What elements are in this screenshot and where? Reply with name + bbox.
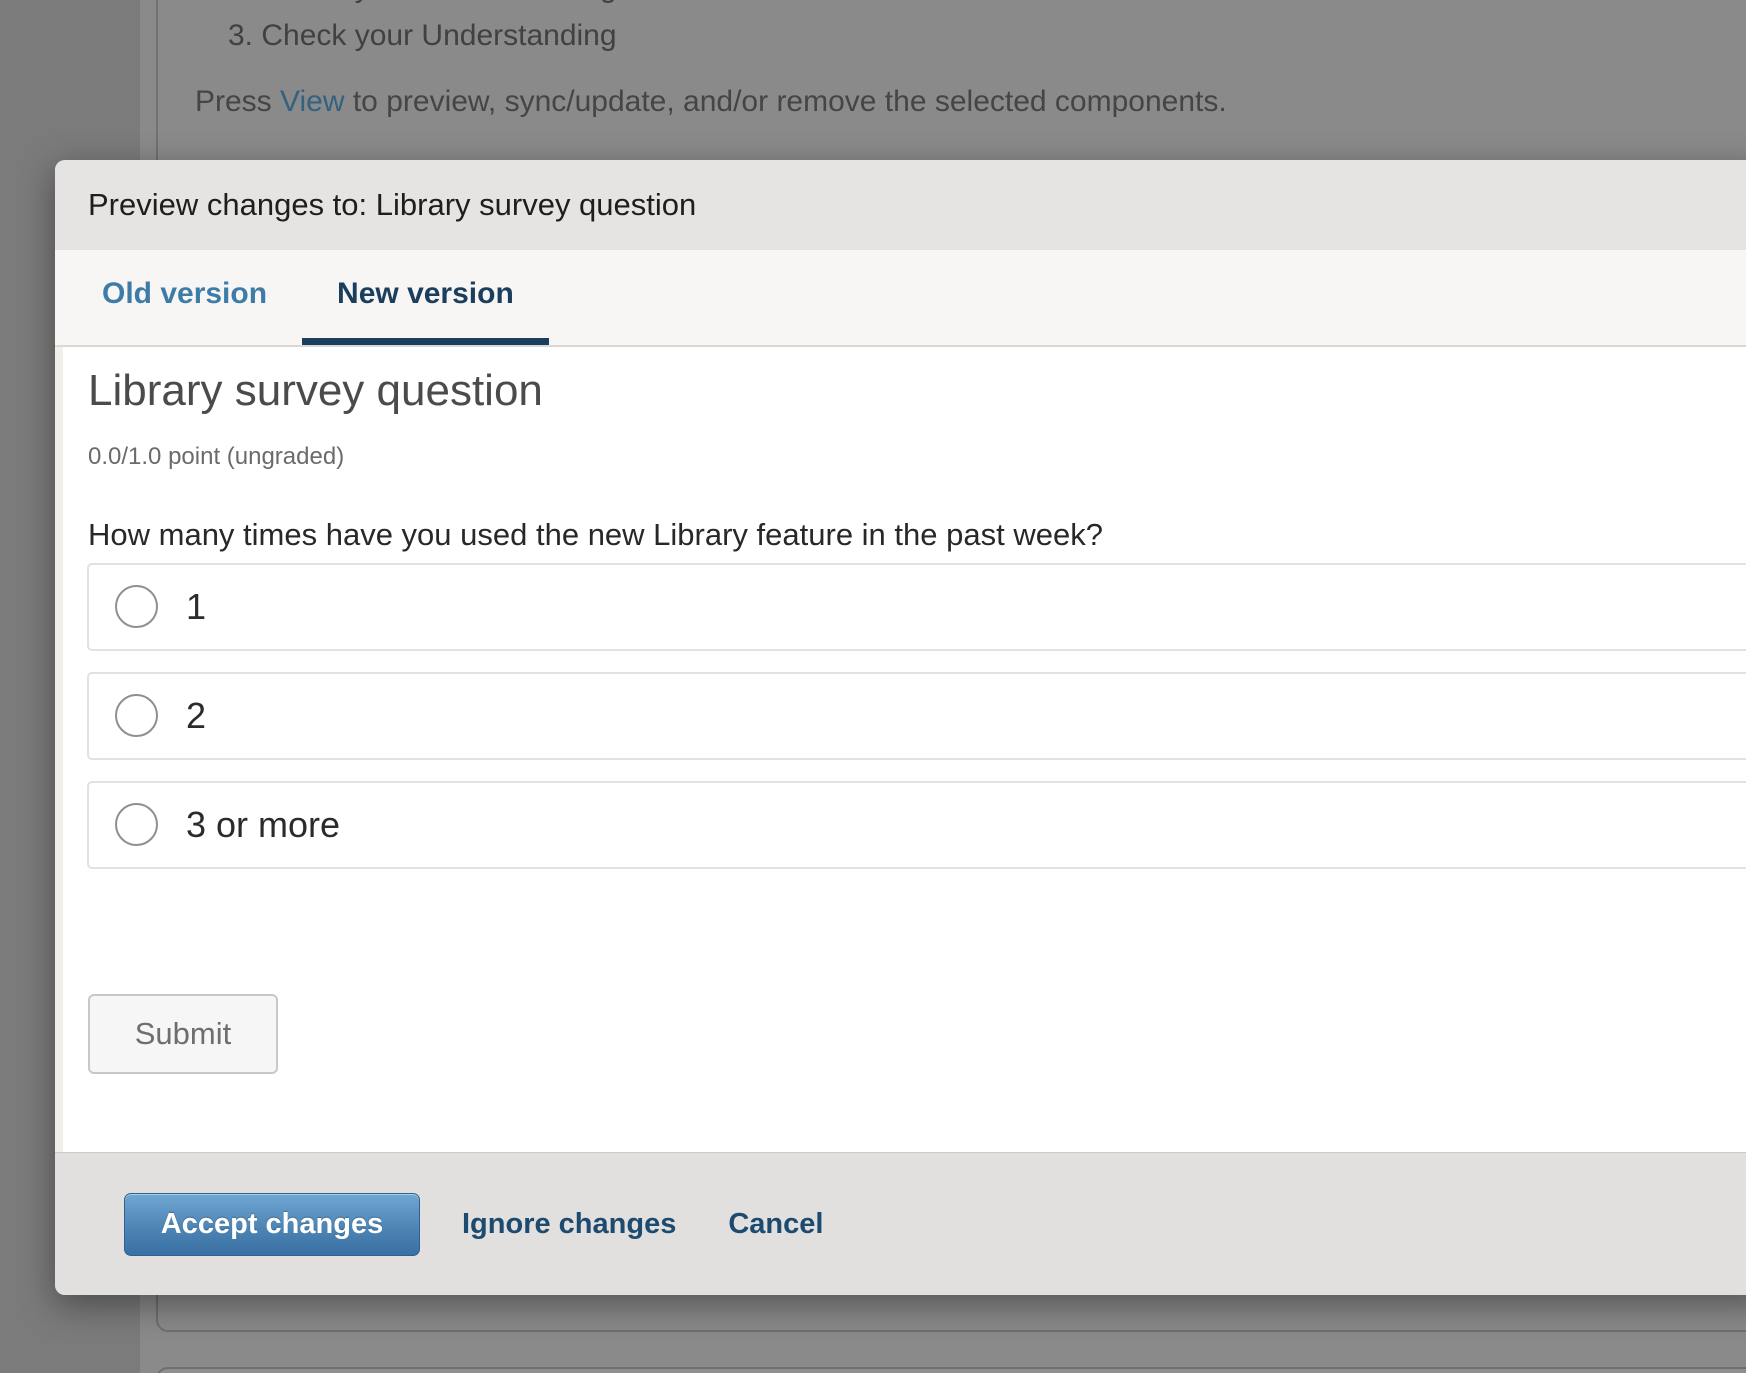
- choice-label: 2: [186, 695, 206, 737]
- radio-icon[interactable]: [115, 694, 158, 737]
- points-status: 0.0/1.0 point (ungraded): [88, 443, 1746, 471]
- unit-title: Library survey question: [88, 366, 1746, 417]
- choice-option-3[interactable]: 3 or more: [87, 781, 1746, 869]
- view-link: View: [280, 85, 344, 118]
- accept-changes-button[interactable]: Accept changes: [124, 1193, 420, 1256]
- choice-label: 3 or more: [186, 804, 340, 846]
- choice-group: 1 2 3 or more: [88, 563, 1746, 869]
- background-hint-text: Press View to preview, sync/update, and/…: [195, 85, 1227, 119]
- radio-icon[interactable]: [115, 803, 158, 846]
- version-tabs: Old version New version: [55, 250, 1746, 347]
- hint-suffix: to preview, sync/update, and/or remove t…: [345, 85, 1227, 118]
- background-next-card-outline: [156, 1367, 1746, 1373]
- tab-new-version[interactable]: New version: [302, 250, 549, 345]
- preview-changes-dialog: Preview changes to: Library survey quest…: [55, 160, 1746, 1295]
- screen: 2. Check your Understanding 3. Check you…: [0, 0, 1746, 1373]
- dialog-title: Preview changes to: Library survey quest…: [88, 187, 696, 223]
- choice-option-2[interactable]: 2: [87, 672, 1746, 760]
- dialog-footer: Accept changes Ignore changes Cancel: [55, 1152, 1746, 1295]
- ignore-changes-button[interactable]: Ignore changes: [456, 1207, 682, 1242]
- list-item: 2. Check your Understanding: [228, 0, 617, 12]
- radio-icon[interactable]: [115, 585, 158, 628]
- choice-label: 1: [186, 586, 206, 628]
- background-component-list: 2. Check your Understanding 3. Check you…: [228, 0, 617, 60]
- question-text: How many times have you used the new Lib…: [88, 517, 1746, 553]
- dialog-header: Preview changes to: Library survey quest…: [55, 160, 1746, 250]
- cancel-button[interactable]: Cancel: [722, 1207, 829, 1242]
- submit-button[interactable]: Submit: [88, 994, 278, 1074]
- list-item: 3. Check your Understanding: [228, 12, 617, 60]
- preview-content: Library survey question 0.0/1.0 point (u…: [55, 347, 1746, 1152]
- background-card-left-border: [156, 0, 158, 162]
- tab-old-version[interactable]: Old version: [67, 250, 302, 345]
- hint-prefix: Press: [195, 85, 280, 118]
- choice-option-1[interactable]: 1: [87, 563, 1746, 651]
